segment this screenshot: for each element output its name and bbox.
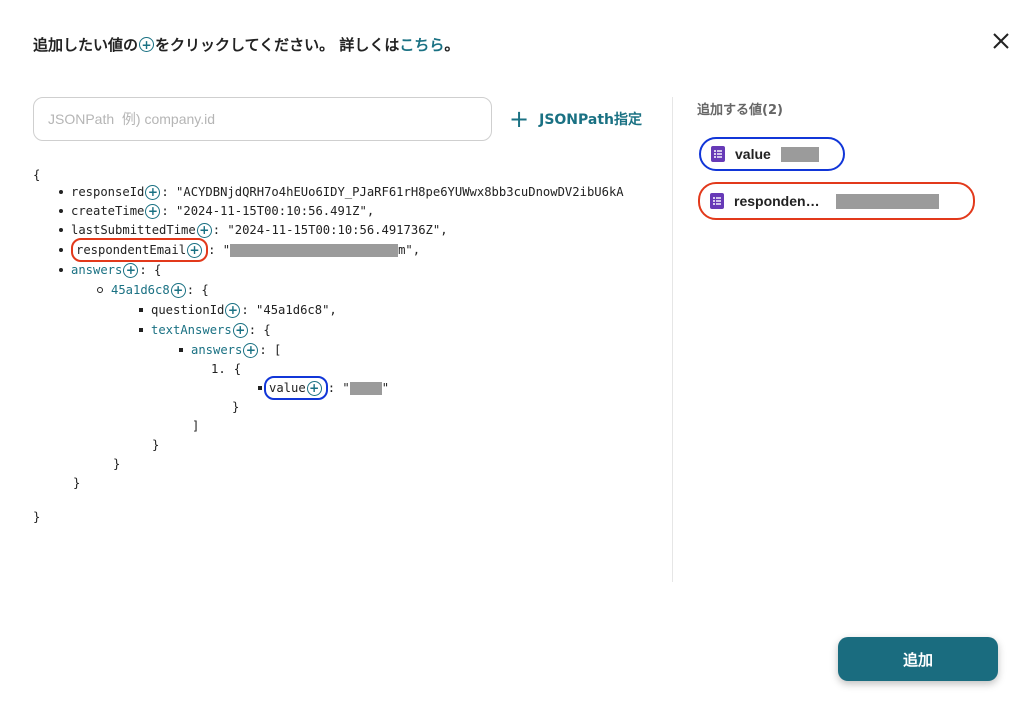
brace: } [232,400,240,414]
key-answers[interactable]: answers [71,260,122,280]
bullet [139,308,143,312]
tree-row-inner-answers: answers + : [ [179,340,281,360]
bullet [59,190,63,194]
brace: } [33,510,41,524]
plus-circle-icon: + [139,37,155,52]
tree-row-responseid: responseId + : "ACYDBNjdQRH7o4hEUo6IDY_P… [59,182,624,202]
bullet [59,248,63,252]
tree-row-lastsubmittedtime: lastSubmittedTime + : "2024-11-15T00:10:… [59,220,448,240]
inner-answers-open: : [ [259,343,282,357]
tree-row-textanswers: textAnswers + : { [139,320,271,340]
add-lastsubmittedtime-plus-icon[interactable]: + [196,222,212,238]
plus-icon: + [509,105,530,133]
value-item-suffix: " [381,381,390,395]
item-open: { [233,362,242,376]
value-item-prefix: : " [327,381,350,395]
brace: { [33,168,41,182]
bullet [59,209,63,213]
bracket: ] [192,419,200,433]
bullet [59,268,63,272]
item-number: 1. [211,362,226,376]
instruction-suffix: 。 [444,36,460,54]
tree-close-bracket: ] [192,416,199,436]
value-respondentemail-prefix: : " [208,243,231,257]
bullet [139,328,143,332]
brace: } [73,476,81,490]
value-lastsubmittedtime: : "2024-11-15T00:10:56.491736Z", [212,223,448,237]
respondentemail-highlight: respondentEmail + [71,238,209,262]
value-highlight: value + [264,376,328,400]
answers-open: : { [139,263,162,277]
instruction-prefix: 追加したい値の [33,36,139,54]
key-textanswers[interactable]: textAnswers [151,320,232,340]
tree-close-inner-obj: } [232,397,239,417]
json-tree: { responseId + : "ACYDBNjdQRH7o4hEUo6IDY… [33,165,632,580]
tree-row-answers: answers + : { [59,260,161,280]
add-textanswers-plus-icon[interactable]: + [232,322,248,338]
add-responseid-plus-icon[interactable]: + [145,184,161,200]
tree-close-root: } [33,507,40,527]
key-inner-answers[interactable]: answers [191,340,242,360]
add-answers-plus-icon[interactable]: + [123,262,139,278]
jsonpath-specify-button[interactable]: + JSONPath指定 [509,107,642,131]
selected-chip-respondentemail[interactable]: responden… [698,182,975,220]
add-questionid-plus-icon[interactable]: + [225,302,241,318]
tree-row-questionid: questionId + : "45a1d6c8", [139,300,337,320]
redacted-chip-value [780,146,819,162]
value-respondentemail-suffix: m", [398,243,421,257]
redacted-chip-respondentemail [835,193,939,209]
add-inner-answers-plus-icon[interactable]: + [243,342,259,358]
redacted-email [230,243,399,257]
close-button[interactable] [990,30,1012,52]
tree-close-answers: } [73,473,80,493]
add-createtime-plus-icon[interactable]: + [145,203,161,219]
add-respondentemail-plus-icon[interactable]: + [187,242,203,258]
brace: } [113,457,121,471]
bullet [258,386,262,390]
jsonpath-specify-label: JSONPath指定 [539,112,643,128]
value-responseid: : "ACYDBNjdQRH7o4hEUo6IDY_PJaRF61rH8pe6Y… [161,185,624,199]
tree-row-answer-id: 45a1d6c8 + : { [97,280,209,300]
json-panel: + JSONPath指定 { responseId + : "ACYDBNjdQ… [33,97,642,582]
tree-close-answer-id: } [113,454,120,474]
close-icon [993,33,1009,49]
add-button[interactable]: 追加 [838,637,998,681]
jsonpath-search-input[interactable] [33,97,492,141]
help-link[interactable]: こちら [399,34,444,55]
key-lastsubmittedtime: lastSubmittedTime [71,223,196,237]
tree-open-brace: { [33,165,40,185]
key-questionid: questionId [151,303,225,317]
tree-row-respondentemail: respondentEmail + : " m", [59,238,421,262]
key-responseid: responseId [71,185,145,199]
selected-values-title: 追加する値(2) [697,103,783,118]
bullet [97,287,103,293]
tree-row-createtime: createTime + : "2024-11-15T00:10:56.491Z… [59,201,374,221]
google-forms-icon [710,193,724,209]
key-createtime: createTime [71,204,145,218]
selected-values-panel: 追加する値(2) value responden… [697,97,1007,220]
key-respondentemail: respondentEmail [76,243,187,257]
google-forms-icon [711,146,725,162]
key-answer-id[interactable]: 45a1d6c8 [111,280,170,300]
key-value: value [269,381,306,395]
tree-row-value: value + : " " [258,376,390,400]
tree-close-textanswers: } [152,435,159,455]
chip-label: responden… [734,193,820,209]
instruction-text: 追加したい値の + をクリックしてください。 詳しくは こちら 。 [33,34,459,55]
bullet [59,228,63,232]
bullet [179,348,183,352]
answer-id-open: : { [186,283,209,297]
chip-label: value [735,146,771,162]
instruction-middle: をクリックしてください。 詳しくは [155,36,400,54]
textanswers-open: : { [248,323,271,337]
panel-divider [672,97,673,582]
selected-chip-value[interactable]: value [699,137,845,171]
value-questionid: : "45a1d6c8", [241,303,337,317]
tree-row-item-1: 1. { [211,359,241,379]
add-value-plus-icon[interactable]: + [306,380,322,396]
redacted-value [349,381,382,395]
brace: } [152,438,160,452]
add-answer-id-plus-icon[interactable]: + [170,282,186,298]
value-createtime: : "2024-11-15T00:10:56.491Z", [161,204,375,218]
